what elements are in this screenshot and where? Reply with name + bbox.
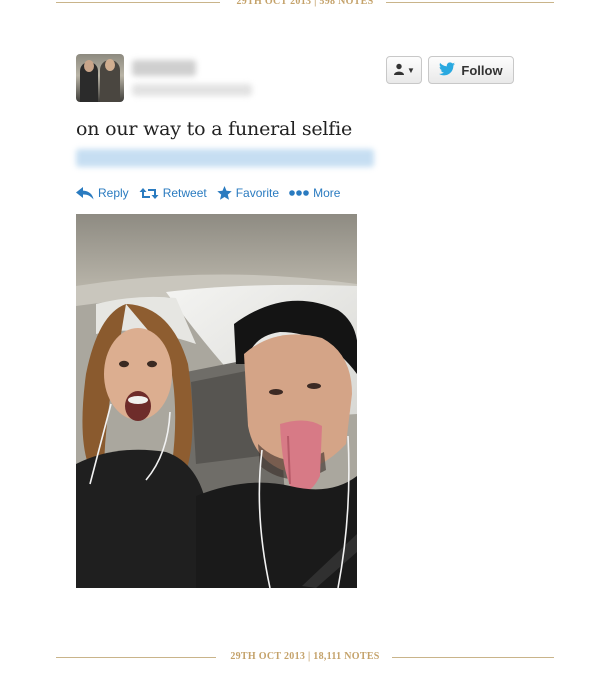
reply-label: Reply — [98, 186, 129, 200]
retweet-label: Retweet — [162, 186, 207, 200]
retweet-action[interactable]: Retweet — [139, 186, 207, 200]
post-meta-header: 29TH OCT 2013 | 598 NOTES — [56, 0, 554, 9]
tweet-photo[interactable] — [76, 214, 357, 588]
post-meta-footer: 29TH OCT 2013 | 18,111 NOTES — [56, 650, 554, 664]
user-actions-button[interactable]: ▼ — [386, 56, 422, 84]
redacted-display-name — [132, 60, 196, 76]
reply-action[interactable]: Reply — [76, 186, 129, 200]
favorite-action[interactable]: Favorite — [217, 186, 279, 200]
retweet-icon — [139, 187, 159, 200]
more-action[interactable]: More — [289, 186, 340, 200]
follow-label: Follow — [461, 62, 503, 78]
twitter-bird-icon — [439, 61, 456, 79]
avatar[interactable] — [76, 54, 124, 102]
favorite-label: Favorite — [235, 186, 280, 200]
redacted-handle — [132, 84, 252, 96]
divider — [392, 657, 554, 658]
reply-icon — [76, 186, 94, 200]
follow-button[interactable]: Follow — [428, 56, 514, 84]
star-icon — [217, 186, 232, 200]
tweet-actions: Reply Retweet Favorite More — [76, 186, 340, 200]
person-icon — [393, 63, 405, 78]
divider — [386, 2, 554, 3]
more-label: More — [313, 186, 341, 200]
tweet-text: on our way to a funeral selfie — [76, 118, 353, 140]
more-icon — [289, 189, 309, 197]
chevron-down-icon: ▼ — [407, 65, 415, 75]
redacted-link — [76, 149, 374, 167]
